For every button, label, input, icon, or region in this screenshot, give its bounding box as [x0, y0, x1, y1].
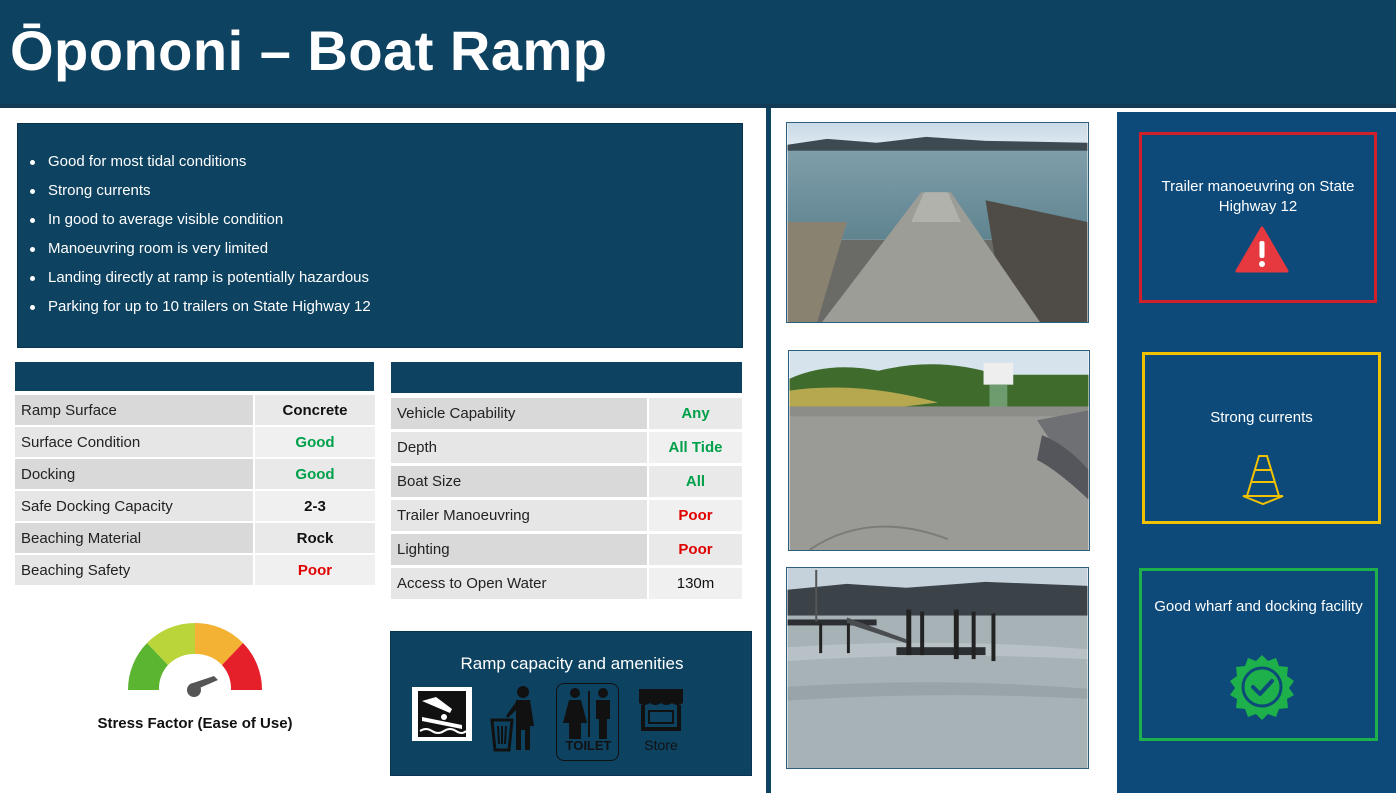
- row-value: 130m: [647, 568, 742, 599]
- row-label: Depth: [391, 432, 647, 463]
- warning-icon: [1235, 226, 1289, 273]
- rubbish-bin-icon: [490, 686, 534, 752]
- table-row: Boat Size All: [391, 466, 742, 497]
- column-divider: [766, 108, 771, 793]
- current-card: Strong currents: [1142, 352, 1381, 524]
- row-label: Beaching Material: [15, 523, 253, 553]
- row-value: Poor: [253, 555, 375, 585]
- summary-item: Landing directly at ramp is potentially …: [30, 268, 371, 297]
- row-value: Any: [647, 398, 742, 429]
- summary-box: Good for most tidal conditions Strong cu…: [17, 123, 743, 348]
- row-label: Lighting: [391, 534, 647, 565]
- row-value: Good: [253, 427, 375, 457]
- gauge-label: Stress Factor (Ease of Use): [97, 715, 293, 732]
- table-row: Trailer Manoeuvring Poor: [391, 500, 742, 531]
- ramp-spec-table: Ramp Surface Concrete Surface Condition …: [15, 393, 375, 587]
- table-row: Access to Open Water 130m: [391, 568, 742, 599]
- row-label: Ramp Surface: [15, 395, 253, 425]
- row-label: Access to Open Water: [391, 568, 647, 599]
- summary-item: Good for most tidal conditions: [30, 152, 371, 181]
- table-row: Vehicle Capability Any: [391, 398, 742, 429]
- table-row: Safe Docking Capacity 2-3: [15, 491, 375, 521]
- toilet-icon: TOILET: [556, 683, 619, 761]
- table-row: Beaching Safety Poor: [15, 555, 375, 585]
- page-title: Ōpononi – Boat Ramp: [10, 19, 608, 82]
- row-label: Trailer Manoeuvring: [391, 500, 647, 531]
- row-value: All: [647, 466, 742, 497]
- row-value: Rock: [253, 523, 375, 553]
- stress-gauge-icon: [127, 622, 263, 697]
- table-row: Ramp Surface Concrete: [15, 395, 375, 425]
- summary-item: Parking for up to 10 trailers on State H…: [30, 297, 371, 326]
- row-value: Concrete: [253, 395, 375, 425]
- table-row: Beaching Material Rock: [15, 523, 375, 553]
- ramp-table-header: [15, 362, 374, 391]
- current-card-text: Strong currents: [1210, 409, 1313, 426]
- access-table-header: [391, 362, 742, 393]
- table-row: Depth All Tide: [391, 432, 742, 463]
- access-spec-table: Vehicle Capability Any Depth All Tide Bo…: [391, 395, 742, 602]
- amenities-title: Ramp capacity and amenities: [460, 654, 684, 673]
- hazard-card: Trailer manoeuvring on State Highway 12: [1139, 132, 1377, 303]
- check-badge-icon: [1230, 655, 1294, 720]
- table-row: Docking Good: [15, 459, 375, 489]
- summary-list: Good for most tidal conditions Strong cu…: [30, 152, 371, 326]
- hazard-card-text: Trailer manoeuvring on State Highway 12: [1161, 178, 1355, 215]
- boat-ramp-icon: [412, 687, 472, 741]
- row-value: Poor: [647, 500, 742, 531]
- table-row: Surface Condition Good: [15, 427, 375, 457]
- photo-ramp-to-road: [788, 350, 1090, 551]
- row-label: Vehicle Capability: [391, 398, 647, 429]
- row-label: Boat Size: [391, 466, 647, 497]
- store-icon: [639, 689, 683, 731]
- row-label: Safe Docking Capacity: [15, 491, 253, 521]
- wharf-card: Good wharf and docking facility: [1139, 568, 1378, 741]
- photo-wharf-pontoon: [786, 567, 1089, 769]
- row-value: All Tide: [647, 432, 742, 463]
- photo-ramp-to-sea: [786, 122, 1089, 323]
- header-underline: [0, 104, 1396, 108]
- row-label: Beaching Safety: [15, 555, 253, 585]
- hazard-panel: Trailer manoeuvring on State Highway 12 …: [1117, 112, 1396, 793]
- row-value: Poor: [647, 534, 742, 565]
- amenities-box: Ramp capacity and amenities TOILET Store: [390, 631, 752, 776]
- row-value: 2-3: [253, 491, 375, 521]
- row-label: Docking: [15, 459, 253, 489]
- store-label: Store: [644, 737, 678, 753]
- traffic-cone-icon: [1242, 455, 1284, 506]
- row-label: Surface Condition: [15, 427, 253, 457]
- table-row: Lighting Poor: [391, 534, 742, 565]
- summary-item: Strong currents: [30, 181, 371, 210]
- summary-item: Manoeuvring room is very limited: [30, 239, 371, 268]
- summary-item: In good to average visible condition: [30, 210, 371, 239]
- wharf-card-text: Good wharf and docking facility: [1154, 598, 1363, 615]
- toilet-label: TOILET: [565, 738, 612, 753]
- row-value: Good: [253, 459, 375, 489]
